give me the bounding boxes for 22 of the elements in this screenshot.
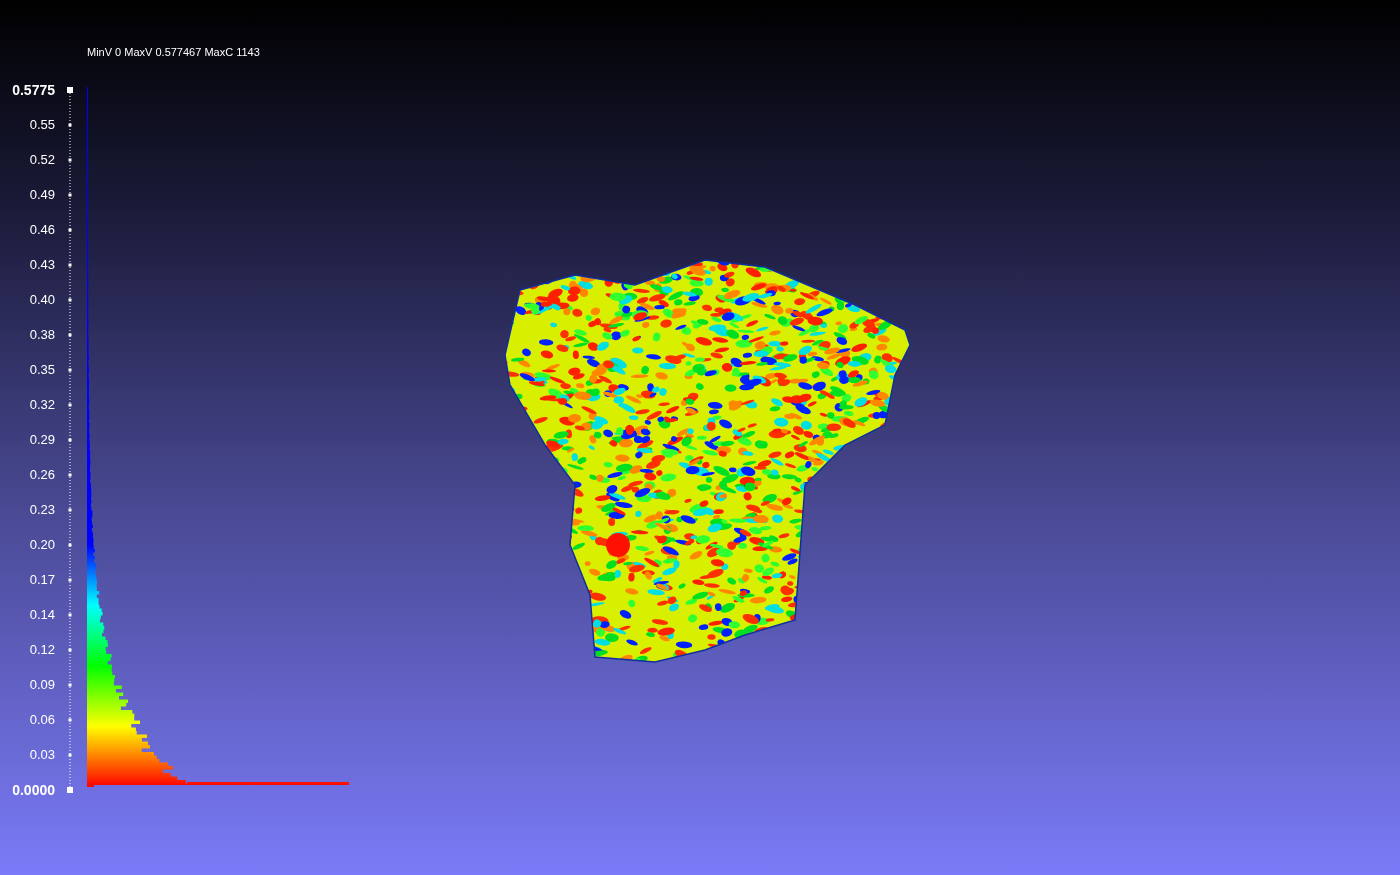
- axis-label: 0.03: [29, 747, 56, 763]
- axis-label: 0.5775: [12, 82, 56, 98]
- axis-label: 0.38: [29, 327, 56, 343]
- axis-label: 0.35: [29, 362, 56, 378]
- info-text: MinV 0 MaxV 0.577467 MaxC 1143: [87, 46, 260, 58]
- axis-label: 0.46: [29, 222, 56, 238]
- axis-label: 0.14: [29, 607, 56, 623]
- axis-label: 0.26: [29, 467, 56, 483]
- axis-label: 0.09: [29, 677, 56, 693]
- axis-label: 0.17: [29, 572, 56, 588]
- axis-label: 0.40: [29, 292, 56, 308]
- axis-label: 0.12: [29, 642, 56, 658]
- axis-label: 0.52: [29, 152, 56, 168]
- axis-label: 0.0000: [12, 782, 56, 798]
- axis-label: 0.23: [29, 502, 56, 518]
- axis-label: 0.32: [29, 397, 56, 413]
- axis-label: 0.49: [29, 187, 56, 203]
- axis-label: 0.43: [29, 257, 56, 273]
- axis-label: 0.20: [29, 537, 56, 553]
- axis-label: 0.29: [29, 432, 56, 448]
- axis-label: 0.55: [29, 117, 56, 133]
- axis-label: 0.06: [29, 712, 56, 728]
